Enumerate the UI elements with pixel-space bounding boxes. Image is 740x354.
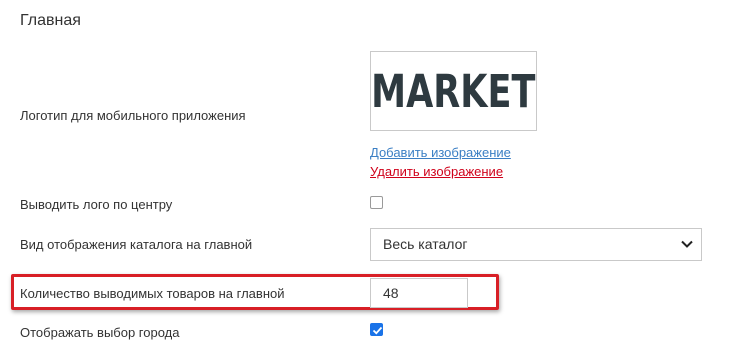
catalog-view-select[interactable]: Весь каталог xyxy=(370,228,702,261)
center-logo-checkbox[interactable] xyxy=(370,196,383,209)
city-select-label: Отображать выбор города xyxy=(20,325,180,340)
logo-image-text: MARKET xyxy=(371,64,536,118)
settings-page: Главная Логотип для мобильного приложени… xyxy=(0,0,740,354)
center-logo-label: Выводить лого по центру xyxy=(20,197,173,212)
products-count-label: Количество выводимых товаров на главной xyxy=(20,286,285,301)
add-image-link[interactable]: Добавить изображение xyxy=(370,145,511,160)
logo-label: Логотип для мобильного приложения xyxy=(20,108,246,123)
catalog-view-selected: Весь каталог xyxy=(383,236,468,252)
chevron-down-icon xyxy=(681,240,693,248)
city-select-checkbox[interactable] xyxy=(370,323,383,336)
products-count-input[interactable]: 48 xyxy=(370,278,468,308)
checkmark-icon xyxy=(372,326,383,335)
logo-image: MARKET xyxy=(370,51,537,131)
section-title: Главная xyxy=(20,12,81,29)
delete-image-link[interactable]: Удалить изображение xyxy=(370,164,503,179)
catalog-view-label: Вид отображения каталога на главной xyxy=(20,237,253,252)
